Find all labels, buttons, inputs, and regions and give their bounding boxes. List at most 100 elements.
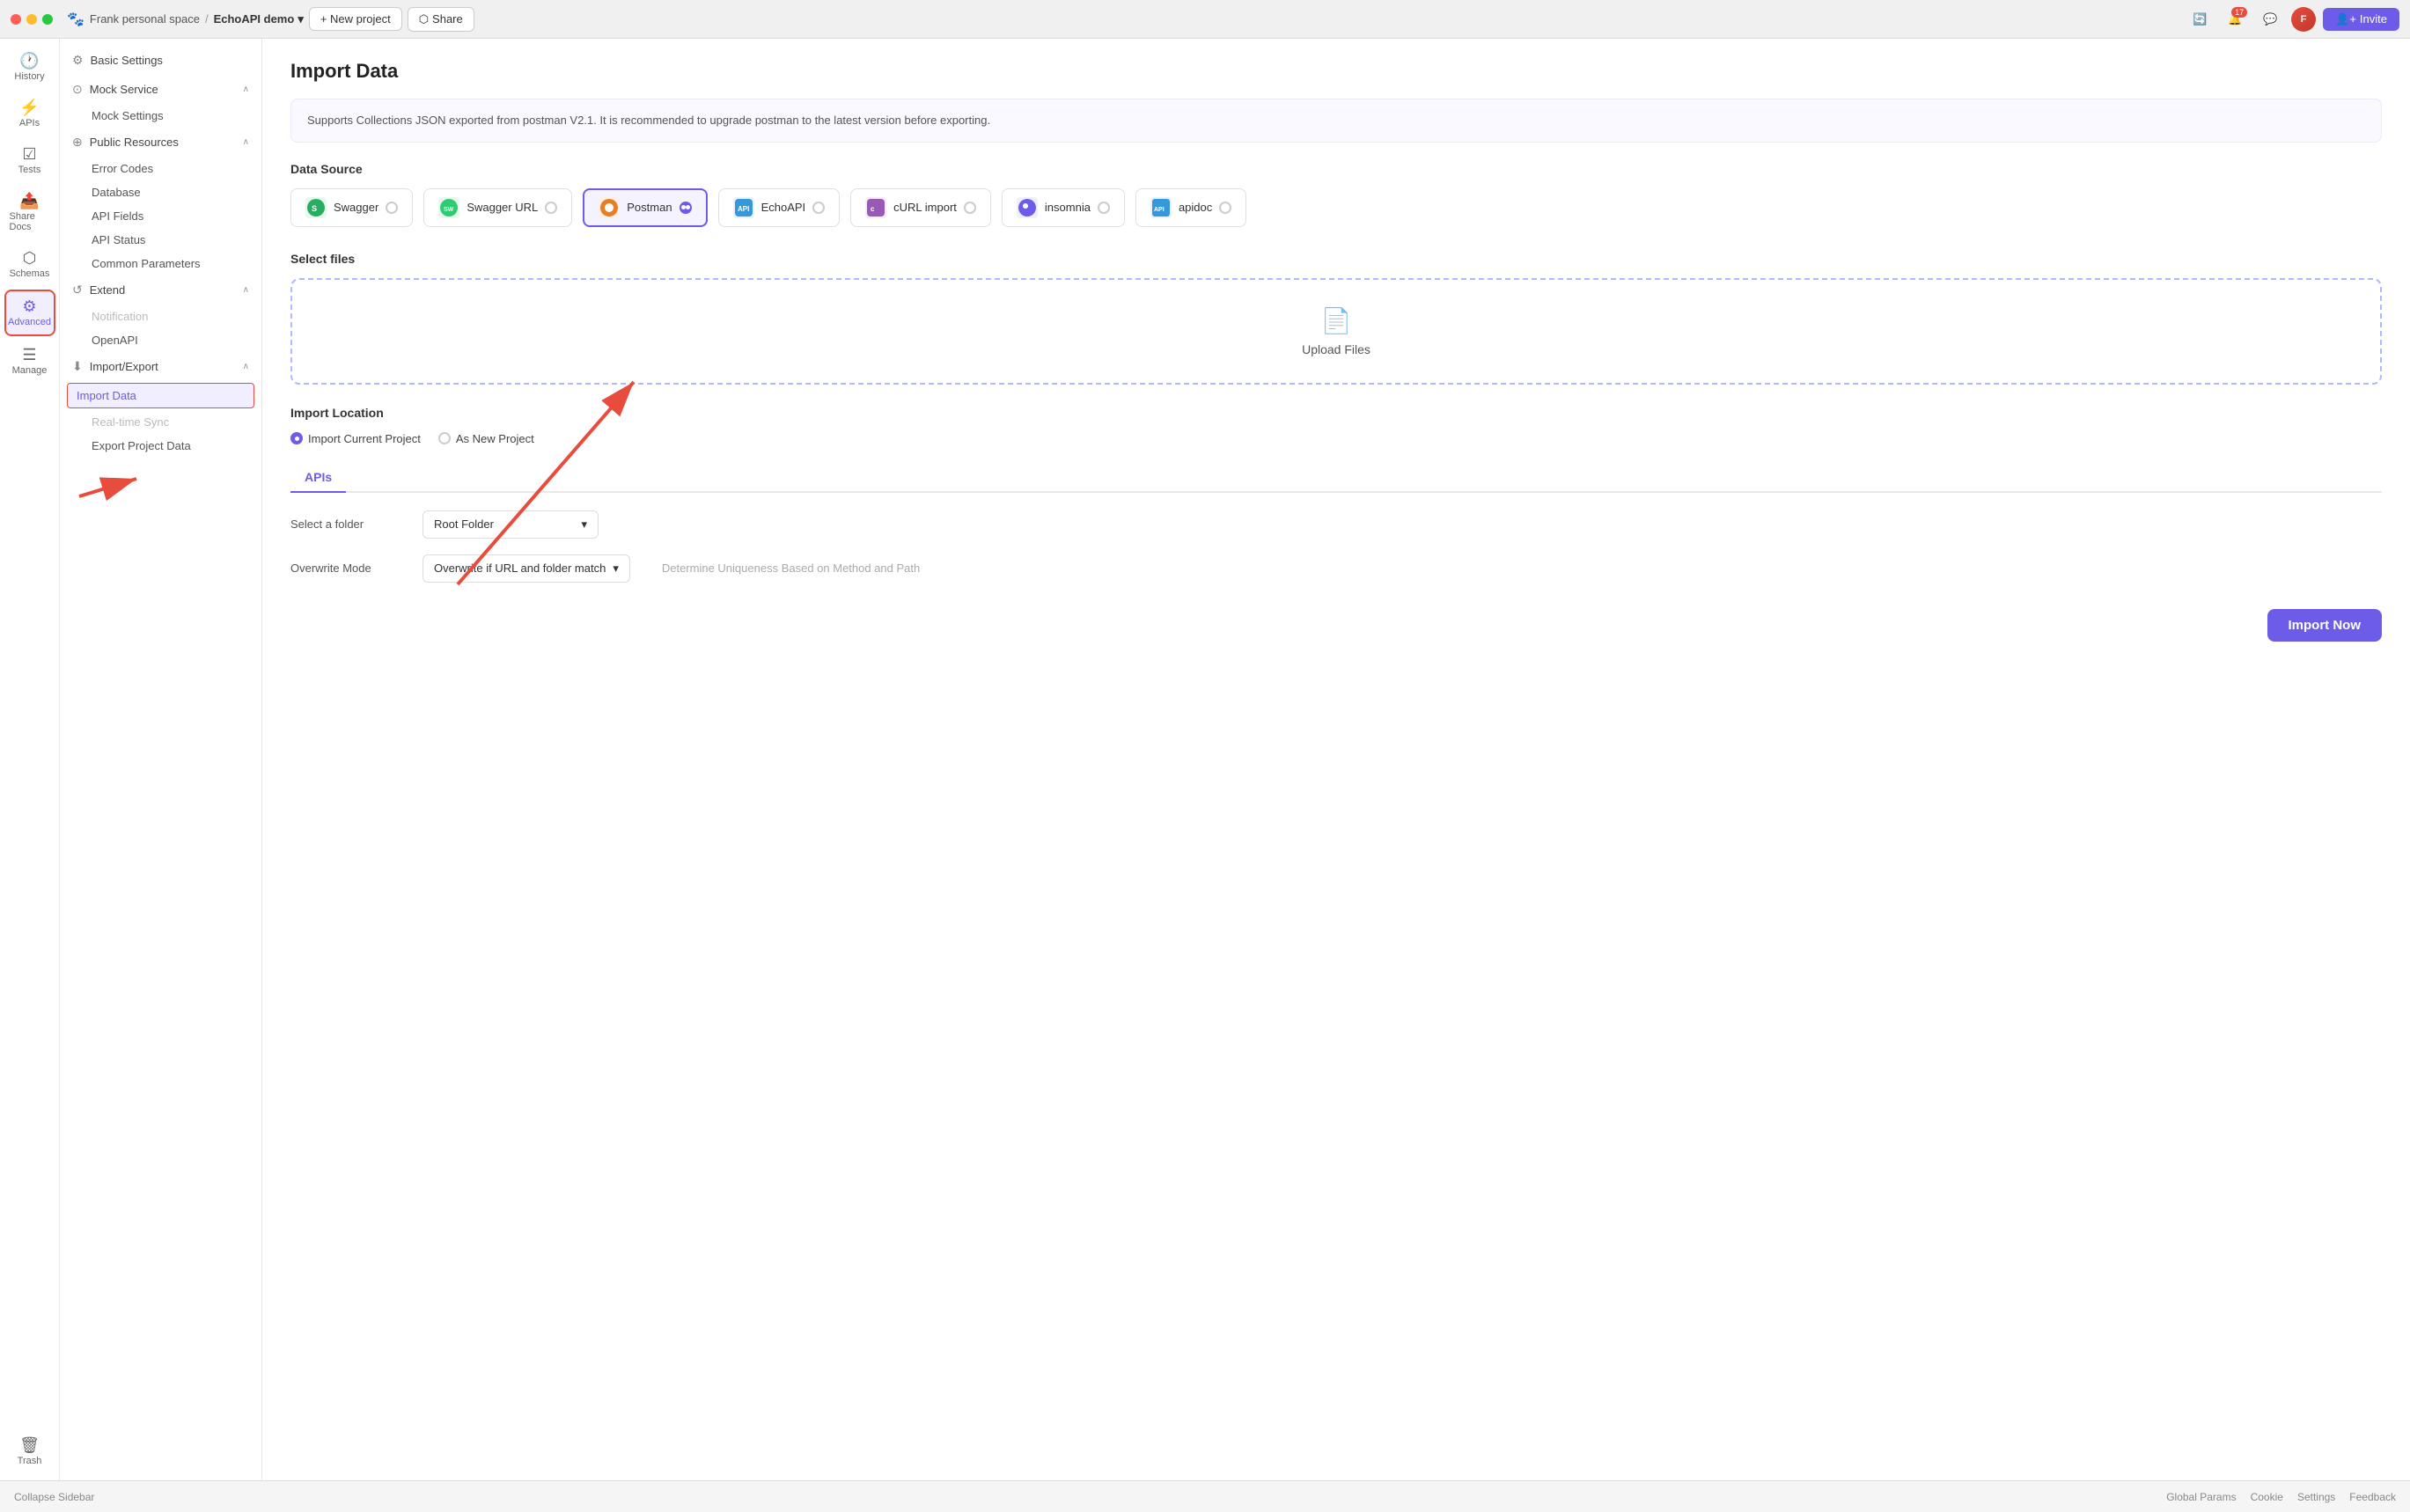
overwrite-select[interactable]: Overwrite if URL and folder match ▾ (422, 554, 630, 583)
sidebar-mock-service[interactable]: ⊙ Mock Service ∧ (60, 75, 261, 104)
titlebar-actions: 🔄 🔔 17 💬 F 👤+ Invite (2186, 5, 2399, 33)
messages-button[interactable]: 💬 (2256, 5, 2284, 33)
breadcrumb: 🐾 Frank personal space / EchoAPI demo ▾ … (67, 7, 2179, 32)
tests-icon: ☑ (22, 146, 36, 162)
share-button[interactable]: ⬡ Share (408, 7, 474, 32)
data-source-label: Data Source (290, 162, 2382, 176)
collapse-sidebar-label[interactable]: Collapse Sidebar (14, 1491, 94, 1503)
sidebar-api-fields[interactable]: API Fields (60, 204, 261, 228)
import-location-options: Import Current Project As New Project (290, 432, 2382, 445)
new-project-button[interactable]: + New project (309, 7, 402, 31)
sidebar-public-resources[interactable]: ⊕ Public Resources ∧ (60, 128, 261, 157)
select-folder-label: Select a folder (290, 517, 405, 531)
apidoc-icon: API (1150, 197, 1172, 218)
sidebar-import-export[interactable]: ⬇ Import/Export ∧ (60, 352, 261, 381)
sidebar-common-parameters[interactable]: Common Parameters (60, 252, 261, 275)
extend-icon: ↺ (72, 283, 83, 297)
titlebar: 🐾 Frank personal space / EchoAPI demo ▾ … (0, 0, 2410, 39)
ds-swagger-url[interactable]: SW Swagger URL (423, 188, 572, 227)
app-body: 🕐 History ⚡ APIs ☑ Tests 📤 Share Docs ⬡ … (0, 39, 2410, 1480)
feedback-label[interactable]: Feedback (2349, 1491, 2396, 1503)
notification-badge: 17 (2231, 7, 2247, 18)
sidebar-notification: Notification (60, 305, 261, 328)
sidebar-mock-settings[interactable]: Mock Settings (60, 104, 261, 128)
global-params-label[interactable]: Global Params (2166, 1491, 2236, 1503)
share-docs-icon: 📤 (19, 193, 39, 209)
swagger-radio[interactable] (386, 202, 398, 214)
sidebar-basic-settings[interactable]: ⚙ Basic Settings (60, 46, 261, 75)
ds-postman[interactable]: Postman (583, 188, 707, 227)
sidebar-item-manage[interactable]: ☰ Manage (4, 340, 55, 383)
import-current-project-option[interactable]: Import Current Project (290, 432, 421, 445)
bottom-bar: Collapse Sidebar Global Params Cookie Se… (0, 1480, 2410, 1512)
sidebar-item-trash[interactable]: 🗑 Trash (4, 1430, 55, 1473)
manage-icon: ☰ (22, 347, 36, 363)
page-title: Import Data (290, 60, 2382, 83)
swagger-icon: S (305, 197, 327, 218)
curl-icon: c (865, 197, 886, 218)
space-label: Frank personal space (90, 12, 200, 26)
import-current-project-radio[interactable] (290, 432, 303, 444)
import-export-icon: ⬇ (72, 359, 83, 374)
public-resources-chevron: ∧ (243, 137, 249, 147)
ds-echoapi[interactable]: API EchoAPI (718, 188, 841, 227)
project-name[interactable]: EchoAPI demo ▾ (214, 12, 304, 26)
refresh-button[interactable]: 🔄 (2186, 5, 2214, 33)
swagger-url-radio[interactable] (545, 202, 557, 214)
import-now-button[interactable]: Import Now (2267, 609, 2383, 642)
sidebar-api-status[interactable]: API Status (60, 228, 261, 252)
tab-apis[interactable]: APIs (290, 463, 346, 493)
echoapi-radio[interactable] (812, 202, 825, 214)
svg-text:API: API (1154, 207, 1165, 213)
ds-swagger[interactable]: S Swagger (290, 188, 413, 227)
sidebar-item-tests[interactable]: ☑ Tests (4, 139, 55, 182)
sidebar-item-advanced[interactable]: ⚙ Advanced (4, 290, 55, 336)
settings-label[interactable]: Settings (2297, 1491, 2335, 1503)
sidebar: ⚙ Basic Settings ⊙ Mock Service ∧ Mock S… (60, 39, 262, 1480)
insomnia-radio[interactable] (1098, 202, 1110, 214)
mock-icon: ⊙ (72, 82, 83, 97)
sidebar-import-data[interactable]: Import Data (67, 383, 254, 408)
ds-insomnia[interactable]: insomnia (1002, 188, 1125, 227)
import-location-label: Import Location (290, 406, 2382, 420)
history-icon: 🕐 (19, 53, 39, 69)
select-folder-row: Select a folder Root Folder ▾ (290, 510, 2382, 539)
insomnia-icon (1017, 197, 1038, 218)
folder-select-chevron: ▾ (581, 517, 587, 532)
echoapi-icon: API (733, 197, 754, 218)
sidebar-realtime-sync: Real-time Sync (60, 410, 261, 434)
import-export-chevron: ∧ (243, 362, 249, 371)
sidebar-item-share-docs[interactable]: 📤 Share Docs (4, 186, 55, 239)
sidebar-export-project-data[interactable]: Export Project Data (60, 434, 261, 458)
left-nav: 🕐 History ⚡ APIs ☑ Tests 📤 Share Docs ⬡ … (0, 39, 60, 1480)
extend-chevron: ∧ (243, 285, 249, 295)
advanced-icon: ⚙ (22, 298, 36, 314)
schemas-icon: ⬡ (23, 250, 37, 266)
cookie-label[interactable]: Cookie (2251, 1491, 2283, 1503)
postman-radio[interactable] (680, 202, 692, 214)
sidebar-item-schemas[interactable]: ⬡ Schemas (4, 243, 55, 286)
minimize-button[interactable] (26, 14, 37, 25)
close-button[interactable] (11, 14, 21, 25)
sidebar-error-codes[interactable]: Error Codes (60, 157, 261, 180)
sidebar-item-apis[interactable]: ⚡ APIs (4, 92, 55, 136)
user-avatar[interactable]: F (2291, 7, 2316, 32)
overwrite-mode-label: Overwrite Mode (290, 561, 405, 575)
sidebar-extend[interactable]: ↺ Extend ∧ (60, 275, 261, 305)
sidebar-openapi[interactable]: OpenAPI (60, 328, 261, 352)
ds-apidoc[interactable]: API apidoc (1135, 188, 1246, 227)
invite-button[interactable]: 👤+ Invite (2323, 8, 2399, 31)
sidebar-database[interactable]: Database (60, 180, 261, 204)
ds-curl[interactable]: c cURL import (850, 188, 991, 227)
maximize-button[interactable] (42, 14, 53, 25)
as-new-project-radio[interactable] (438, 432, 451, 444)
import-location: Import Location Import Current Project A… (290, 406, 2382, 445)
curl-radio[interactable] (964, 202, 976, 214)
sidebar-item-history[interactable]: 🕐 History (4, 46, 55, 89)
file-upload-area[interactable]: 📄 Upload Files (290, 278, 2382, 385)
as-new-project-option[interactable]: As New Project (438, 432, 534, 445)
public-resources-icon: ⊕ (72, 135, 83, 150)
notifications-button[interactable]: 🔔 17 (2221, 5, 2249, 33)
folder-select[interactable]: Root Folder ▾ (422, 510, 599, 539)
apidoc-radio[interactable] (1219, 202, 1231, 214)
